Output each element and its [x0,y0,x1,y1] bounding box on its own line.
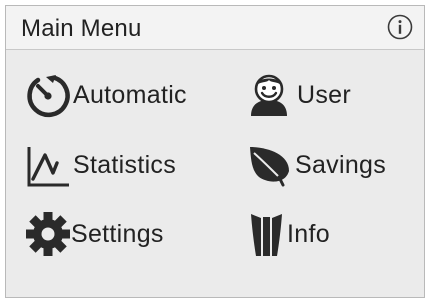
menu-item-label: Automatic [73,80,187,109]
menu-item-label: Settings [71,219,164,248]
menu-item-info[interactable]: Info [247,209,330,259]
menu-item-label: Info [287,219,330,248]
menu-item-label: Savings [295,150,387,179]
menu-item-settings[interactable]: Settings [25,209,164,259]
menu-item-label: User [297,80,351,109]
menu-item-user[interactable]: User [247,70,351,120]
user-avatar-icon [251,74,287,116]
timer-icon [27,75,70,118]
leaf-icon [250,147,289,187]
menu-item-automatic[interactable]: Automatic [25,70,187,120]
info-panel-icon [251,214,282,256]
menu-item-statistics[interactable]: Statistics [25,140,176,190]
info-circle-icon [387,14,413,40]
line-chart-icon [27,147,69,187]
menu-item-savings[interactable]: Savings [247,140,386,190]
main-menu-screen: Main Menu Automatic User Statistics Savi… [5,5,425,298]
menu-item-label: Statistics [73,150,177,179]
info-button[interactable] [387,14,413,40]
header-bar: Main Menu [6,6,424,50]
page-title: Main Menu [21,15,142,42]
gear-icon [26,212,70,256]
